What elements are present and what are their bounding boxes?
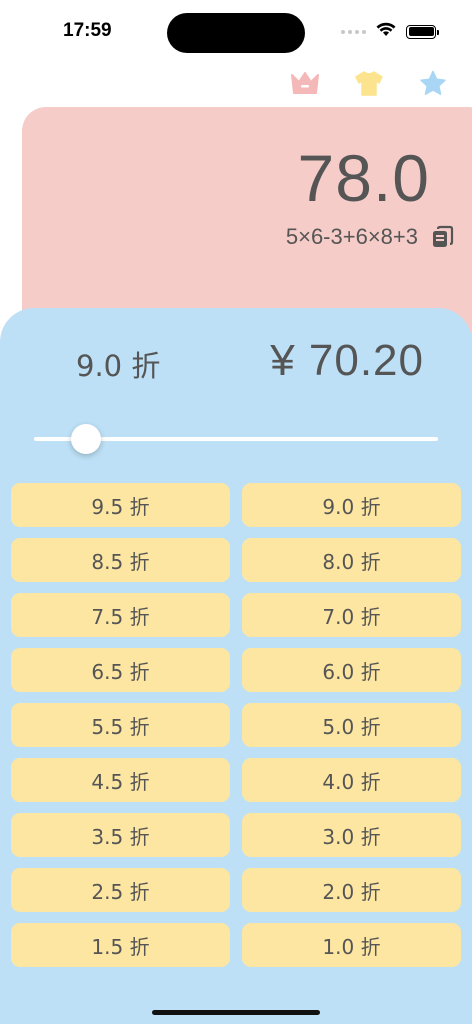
wifi-icon xyxy=(376,22,396,41)
discount-button-2.5[interactable]: 2.5 折 xyxy=(11,868,230,912)
discount-slider[interactable] xyxy=(34,423,438,455)
discount-button-5.0[interactable]: 5.0 折 xyxy=(242,703,461,747)
discount-row: 3.5 折 3.0 折 xyxy=(11,813,461,857)
discount-button-3.5[interactable]: 3.5 折 xyxy=(11,813,230,857)
discount-button-8.0[interactable]: 8.0 折 xyxy=(242,538,461,582)
discount-button-grid: 9.5 折 9.0 折 8.5 折 8.0 折 7.5 折 7.0 折 6.5 … xyxy=(11,483,461,978)
discount-button-1.5[interactable]: 1.5 折 xyxy=(11,923,230,967)
discount-row: 5.5 折 5.0 折 xyxy=(11,703,461,747)
status-time: 17:59 xyxy=(63,20,112,41)
copy-icon[interactable] xyxy=(430,224,456,250)
discount-button-8.5[interactable]: 8.5 折 xyxy=(11,538,230,582)
cellular-signal-icon xyxy=(341,29,366,34)
discount-button-2.0[interactable]: 2.0 折 xyxy=(242,868,461,912)
discount-button-6.0[interactable]: 6.0 折 xyxy=(242,648,461,692)
discount-row: 4.5 折 4.0 折 xyxy=(11,758,461,802)
expression-row: 5×6-3+6×8+3 xyxy=(286,224,456,250)
header-icon-bar xyxy=(288,68,450,98)
discount-button-9.0[interactable]: 9.0 折 xyxy=(242,483,461,527)
discount-row: 9.5 折 9.0 折 xyxy=(11,483,461,527)
discount-row: 1.5 折 1.0 折 xyxy=(11,923,461,967)
app-screen: 17:59 78.0 5×6-3+6×8+3 9.0 折 ¥ 70.20 9.5… xyxy=(0,0,472,1024)
discount-button-4.5[interactable]: 4.5 折 xyxy=(11,758,230,802)
discount-row: 2.5 折 2.0 折 xyxy=(11,868,461,912)
crown-icon[interactable] xyxy=(288,68,322,98)
slider-thumb[interactable] xyxy=(71,424,101,454)
discount-row: 7.5 折 7.0 折 xyxy=(11,593,461,637)
discounted-price: ¥ 70.20 xyxy=(270,336,424,385)
discount-button-4.0[interactable]: 4.0 折 xyxy=(242,758,461,802)
shirt-icon[interactable] xyxy=(352,68,386,98)
current-discount: 9.0 折 xyxy=(76,349,161,383)
discount-button-5.5[interactable]: 5.5 折 xyxy=(11,703,230,747)
discount-button-7.5[interactable]: 7.5 折 xyxy=(11,593,230,637)
discount-button-3.0[interactable]: 3.0 折 xyxy=(242,813,461,857)
discount-row: 6.5 折 6.0 折 xyxy=(11,648,461,692)
home-indicator[interactable] xyxy=(152,1010,320,1015)
discount-button-1.0[interactable]: 1.0 折 xyxy=(242,923,461,967)
calculation-expression: 5×6-3+6×8+3 xyxy=(285,224,418,249)
calculation-result: 78.0 xyxy=(297,141,430,215)
star-icon[interactable] xyxy=(416,68,450,98)
dynamic-island xyxy=(167,13,305,53)
discount-button-6.5[interactable]: 6.5 折 xyxy=(11,648,230,692)
discount-button-9.5[interactable]: 9.5 折 xyxy=(11,483,230,527)
battery-icon xyxy=(406,24,439,39)
discount-row: 8.5 折 8.0 折 xyxy=(11,538,461,582)
discount-button-7.0[interactable]: 7.0 折 xyxy=(242,593,461,637)
status-icons xyxy=(341,22,439,41)
